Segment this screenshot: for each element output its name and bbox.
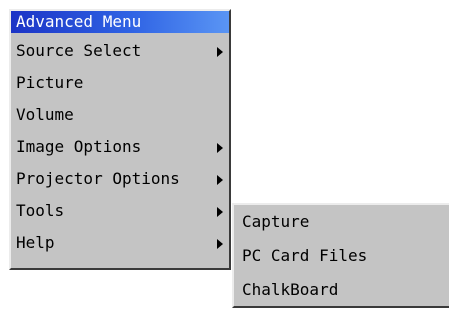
submenu-item-pc-card-files[interactable]: PC Card Files <box>234 239 449 273</box>
submenu-arrow-icon <box>217 239 223 249</box>
menu-item-help[interactable]: Help <box>11 227 229 259</box>
submenu-arrow-icon <box>217 47 223 57</box>
menu-item-volume[interactable]: Volume <box>11 99 229 131</box>
tools-submenu: Capture PC Card Files ChalkBoard <box>232 203 449 308</box>
menu-item-label: Source Select <box>16 41 142 60</box>
menu-item-label: Volume <box>16 105 74 124</box>
menu-title: Advanced Menu <box>11 11 229 33</box>
submenu-item-label: ChalkBoard <box>242 280 339 299</box>
menu-item-tools[interactable]: Tools <box>11 195 229 227</box>
submenu-item-capture[interactable]: Capture <box>234 205 449 239</box>
menu-item-label: Help <box>16 233 55 252</box>
submenu-item-label: PC Card Files <box>242 246 368 265</box>
submenu-item-chalkboard[interactable]: ChalkBoard <box>234 273 449 307</box>
menu-item-image-options[interactable]: Image Options <box>11 131 229 163</box>
menu-item-picture[interactable]: Picture <box>11 67 229 99</box>
submenu-item-label: Capture <box>242 212 310 231</box>
submenu-arrow-icon <box>217 175 223 185</box>
submenu-arrow-icon <box>217 143 223 153</box>
menu-item-label: Image Options <box>16 137 142 156</box>
menu-item-label: Projector Options <box>16 169 180 188</box>
menu-item-projector-options[interactable]: Projector Options <box>11 163 229 195</box>
menu-item-source-select[interactable]: Source Select <box>11 35 229 67</box>
menu-item-label: Tools <box>16 201 65 220</box>
advanced-menu: Advanced Menu Source Select Picture Volu… <box>9 9 231 270</box>
menu-item-label: Picture <box>16 73 84 92</box>
submenu-arrow-icon <box>217 207 223 217</box>
